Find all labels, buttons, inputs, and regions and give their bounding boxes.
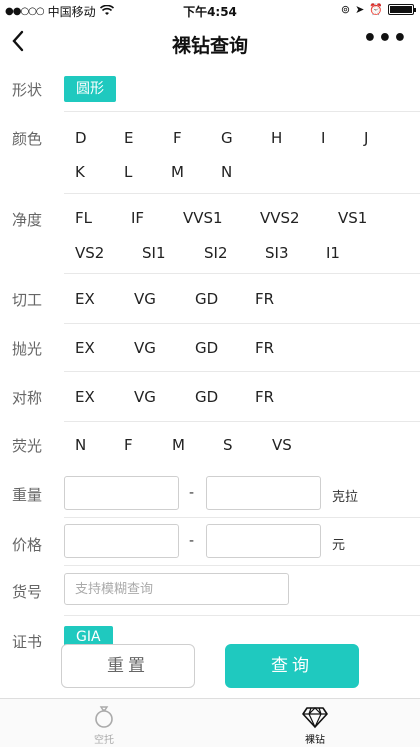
polish-option[interactable]: EX <box>75 339 95 357</box>
clarity-option[interactable]: VS1 <box>338 209 367 227</box>
weight-max-input[interactable] <box>206 476 321 510</box>
symmetry-option[interactable]: FR <box>255 388 274 406</box>
lock-rotation-icon: ⊚ <box>340 3 351 16</box>
filter-row-polish: 抛光 EX VG GD FR <box>0 324 420 372</box>
cut-option[interactable]: GD <box>195 290 218 308</box>
reset-button[interactable]: 重置 <box>61 644 195 688</box>
query-button[interactable]: 查询 <box>225 644 359 688</box>
clarity-option[interactable]: IF <box>131 209 144 227</box>
filter-row-clarity: 净度 FL IF VVS1 VVS2 VS1 VS2 SI1 SI2 SI3 I… <box>0 194 420 274</box>
filter-row-sku: 货号 <box>0 566 420 616</box>
filter-row-price: 价格 - 元 <box>0 518 420 566</box>
row-label: 切工 <box>12 291 43 309</box>
tab-label: 空托 <box>94 735 114 746</box>
clarity-option[interactable]: SI2 <box>204 244 228 262</box>
color-option[interactable]: D <box>75 129 87 147</box>
fluorescence-option[interactable]: N <box>75 436 86 454</box>
cut-option[interactable]: FR <box>255 290 274 308</box>
row-label: 对称 <box>12 389 43 407</box>
weight-min-input[interactable] <box>64 476 179 510</box>
row-label: 形状 <box>12 81 43 99</box>
battery-icon <box>388 4 416 15</box>
location-icon: ➤ <box>355 3 365 16</box>
clarity-option[interactable]: VS2 <box>75 244 104 262</box>
color-option[interactable]: G <box>221 129 233 147</box>
row-label: 荧光 <box>12 437 43 455</box>
color-option[interactable]: I <box>321 129 325 147</box>
fluorescence-option[interactable]: VS <box>272 436 292 454</box>
page-title: 裸钻查询 <box>171 35 248 57</box>
symmetry-option[interactable]: VG <box>134 388 156 406</box>
filter-row-weight: 重量 - 克拉 <box>0 468 420 518</box>
ring-icon <box>95 706 113 728</box>
clarity-option[interactable]: SI1 <box>142 244 166 262</box>
row-label: 抛光 <box>12 340 43 358</box>
weight-unit: 克拉 <box>332 490 359 505</box>
status-bar: ●●○○○ 中国移动 下午4:54 ⊚ ➤ ⏰ <box>0 0 420 20</box>
color-option[interactable]: F <box>173 129 182 147</box>
nav-bar: 裸钻查询 ••• <box>0 20 420 64</box>
color-option[interactable]: N <box>221 163 232 181</box>
range-separator: - <box>189 485 195 501</box>
clarity-option[interactable]: I1 <box>326 244 340 262</box>
filter-row-shape: 形状 圆形 <box>0 66 420 112</box>
price-min-input[interactable] <box>64 524 179 558</box>
color-option[interactable]: J <box>364 129 368 147</box>
symmetry-option[interactable]: GD <box>195 388 218 406</box>
row-label: 货号 <box>12 583 43 601</box>
color-option[interactable]: E <box>124 129 133 147</box>
more-button[interactable]: ••• <box>363 26 408 51</box>
row-label: 颜色 <box>12 130 43 148</box>
symmetry-option[interactable]: EX <box>75 388 95 406</box>
filter-row-fluorescence: 荧光 N F M S VS <box>0 422 420 468</box>
tab-ring-setting[interactable]: 空托 <box>64 705 144 746</box>
shape-option-selected[interactable]: 圆形 <box>64 76 116 102</box>
filter-row-symmetry: 对称 EX VG GD FR <box>0 372 420 422</box>
fluorescence-option[interactable]: F <box>124 436 133 454</box>
alarm-icon: ⏰ <box>369 3 383 16</box>
clarity-option[interactable]: FL <box>75 209 92 227</box>
color-option[interactable]: H <box>271 129 282 147</box>
tab-bar: 空托 裸钻 <box>0 698 420 747</box>
filter-row-certificate: 证书 GIA <box>0 616 420 651</box>
tab-label: 裸钻 <box>305 735 325 746</box>
polish-option[interactable]: VG <box>134 339 156 357</box>
tab-loose-diamond[interactable]: 裸钻 <box>275 705 355 746</box>
row-label: 价格 <box>12 536 43 554</box>
range-separator: - <box>189 533 195 549</box>
more-icon: ••• <box>362 26 408 51</box>
cut-option[interactable]: EX <box>75 290 95 308</box>
clarity-option[interactable]: VVS2 <box>260 209 300 227</box>
color-option[interactable]: M <box>171 163 184 181</box>
color-option[interactable]: L <box>124 163 132 181</box>
clarity-option[interactable]: VVS1 <box>183 209 223 227</box>
clarity-option[interactable]: SI3 <box>265 244 289 262</box>
fluorescence-option[interactable]: M <box>172 436 185 454</box>
polish-option[interactable]: GD <box>195 339 218 357</box>
filter-row-cut: 切工 EX VG GD FR <box>0 274 420 324</box>
row-label: 证书 <box>12 633 43 651</box>
row-label: 净度 <box>12 211 43 229</box>
polish-option[interactable]: FR <box>255 339 274 357</box>
price-unit: 元 <box>332 538 346 553</box>
cut-option[interactable]: VG <box>134 290 156 308</box>
diamond-icon <box>302 707 328 729</box>
filter-row-color: 颜色 D E F G H I J K L M N <box>0 112 420 194</box>
fluorescence-option[interactable]: S <box>223 436 233 454</box>
row-label: 重量 <box>12 486 43 504</box>
sku-input[interactable] <box>64 573 289 605</box>
color-option[interactable]: K <box>75 163 85 181</box>
price-max-input[interactable] <box>206 524 321 558</box>
